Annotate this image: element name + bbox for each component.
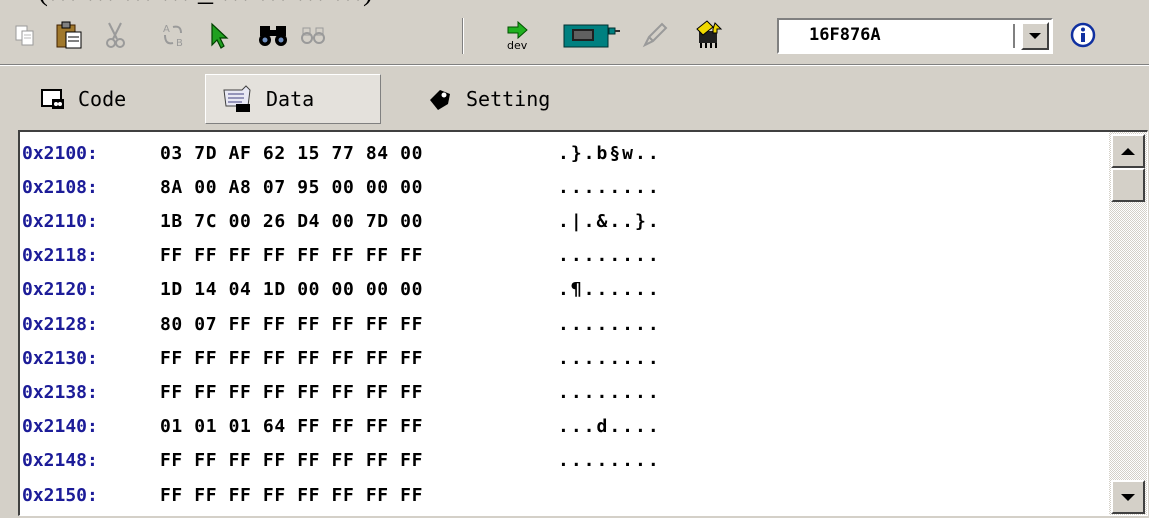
cut-icon[interactable] <box>96 16 134 54</box>
row-address: 0x2110: <box>22 210 98 232</box>
svg-text:dev: dev <box>507 39 528 51</box>
row-address: 0x2128: <box>22 313 98 335</box>
row-address: 0x2100: <box>22 142 98 164</box>
row-bytes[interactable]: 8A 00 A8 07 95 00 00 00 <box>160 177 423 198</box>
tab-setting-label: Setting <box>466 87 551 111</box>
table-row[interactable]: 0x2110: 1B 7C 00 26 D4 00 7D 00 .|.&..}. <box>20 204 1108 238</box>
row-bytes[interactable]: FF FF FF FF FF FF FF FF <box>160 348 423 369</box>
device-select-value: 16F876A <box>809 25 881 45</box>
pen-icon[interactable] <box>636 16 674 54</box>
row-address: 0x2138: <box>22 381 98 403</box>
table-row[interactable]: 0x2140: 01 01 01 64 FF FF FF FF ...d.... <box>20 410 1108 444</box>
find-next-icon[interactable] <box>294 16 332 54</box>
row-bytes[interactable]: FF FF FF FF FF FF FF FF <box>160 450 423 471</box>
programmer-icon[interactable] <box>560 16 624 54</box>
scroll-down-button[interactable] <box>1111 480 1145 514</box>
run-icon[interactable] <box>200 16 238 54</box>
setting-tab-icon <box>430 90 450 110</box>
convert-icon[interactable]: AB <box>154 16 192 54</box>
row-address: 0x2130: <box>22 347 98 369</box>
row-ascii: ........ <box>558 381 661 403</box>
table-row[interactable]: 0x2138: FF FF FF FF FF FF FF FF........ <box>20 375 1108 409</box>
table-row[interactable]: 0x2128: 80 07 FF FF FF FF FF FF........ <box>20 307 1108 341</box>
row-bytes[interactable]: 80 07 FF FF FF FF FF FF <box>160 314 423 335</box>
dev-arrow-icon[interactable]: dev <box>498 16 536 54</box>
scroll-thumb[interactable] <box>1111 168 1145 202</box>
table-row[interactable]: 0x2148: FF FF FF FF FF FF FF FF........ <box>20 444 1108 478</box>
toolbar-separator <box>462 18 464 54</box>
row-ascii: ........ <box>558 347 661 369</box>
row-ascii: ........ <box>558 450 661 472</box>
code-tab-icon <box>41 89 64 109</box>
row-bytes[interactable]: FF FF FF FF FF FF FF FF <box>160 382 423 403</box>
data-tab-icon <box>223 85 251 112</box>
table-row[interactable]: 0x2100: 03 7D AF 62 15 77 84 00 .}.b§w.. <box>20 136 1108 170</box>
row-bytes[interactable]: 01 01 01 64 FF FF FF FF <box>160 416 423 437</box>
scroll-up-button[interactable] <box>1111 134 1145 168</box>
tab-bar: Code Data Setting <box>0 68 1149 128</box>
row-bytes[interactable]: FF FF FF FF FF FF FF FF <box>160 245 423 266</box>
arrow-down-icon <box>1121 493 1135 501</box>
svg-text:A: A <box>163 24 170 35</box>
row-address: 0x2120: <box>22 279 98 301</box>
vertical-scrollbar[interactable] <box>1109 132 1147 515</box>
row-ascii: ........ <box>558 176 661 198</box>
toolbar-border <box>0 64 1149 66</box>
tab-code[interactable]: Code <box>26 74 140 124</box>
table-row[interactable]: 0x2108: 8A 00 A8 07 95 00 00 00........ <box>20 170 1108 204</box>
device-select[interactable]: 16F876A <box>777 18 1053 54</box>
table-row[interactable]: 0x2150: FF FF FF FF FF FF FF FF <box>20 478 1108 512</box>
combo-divider <box>1013 24 1015 48</box>
arrow-up-icon <box>1121 147 1135 155</box>
copy-icon[interactable] <box>6 16 44 54</box>
row-ascii: .|.&..}. <box>558 210 661 232</box>
row-address: 0x2148: <box>22 450 98 472</box>
row-bytes[interactable]: 1D 14 04 1D 00 00 00 00 <box>160 279 423 300</box>
row-bytes[interactable]: FF FF FF FF FF FF FF FF <box>160 485 423 506</box>
row-ascii: ........ <box>558 245 661 267</box>
tab-data[interactable]: Data <box>205 74 381 124</box>
tab-code-label: Code <box>78 87 127 111</box>
row-ascii: .¶...... <box>558 279 661 301</box>
hex-rows: 0x2100: 03 7D AF 62 15 77 84 00 .}.b§w.. 0x… <box>20 132 1108 515</box>
table-row[interactable]: 0x2118: FF FF FF FF FF FF FF FF........ <box>20 239 1108 273</box>
table-row[interactable]: 0x2130: FF FF FF FF FF FF FF FF........ <box>20 341 1108 375</box>
info-icon[interactable] <box>1064 16 1102 54</box>
hex-data-view[interactable]: 0x2100: 03 7D AF 62 15 77 84 00 .}.b§w.. 0x… <box>18 130 1148 516</box>
row-address: 0x2118: <box>22 245 98 267</box>
tab-setting[interactable]: Setting <box>412 74 564 124</box>
row-bytes[interactable]: 03 7D AF 62 15 77 84 00 <box>160 143 423 164</box>
svg-text:B: B <box>176 38 183 49</box>
tab-data-label: Data <box>266 87 315 111</box>
row-address: 0x2140: <box>22 416 98 438</box>
chip-insert-icon[interactable] <box>690 16 728 54</box>
row-address: 0x2150: <box>22 484 98 506</box>
row-ascii: .}.b§w.. <box>558 142 661 164</box>
row-ascii: ...d.... <box>558 416 661 438</box>
table-row[interactable]: 0x2120: 1D 14 04 1D 00 00 00 00 .¶...... <box>20 273 1108 307</box>
row-address: 0x2108: <box>22 176 98 198</box>
row-bytes[interactable]: 1B 7C 00 26 D4 00 7D 00 <box>160 211 423 232</box>
toolbar: AB dev 16F876A <box>0 12 1149 66</box>
paste-icon[interactable] <box>50 16 88 54</box>
row-ascii: ........ <box>558 313 661 335</box>
chevron-down-icon[interactable] <box>1021 22 1049 50</box>
find-icon[interactable] <box>254 16 292 54</box>
